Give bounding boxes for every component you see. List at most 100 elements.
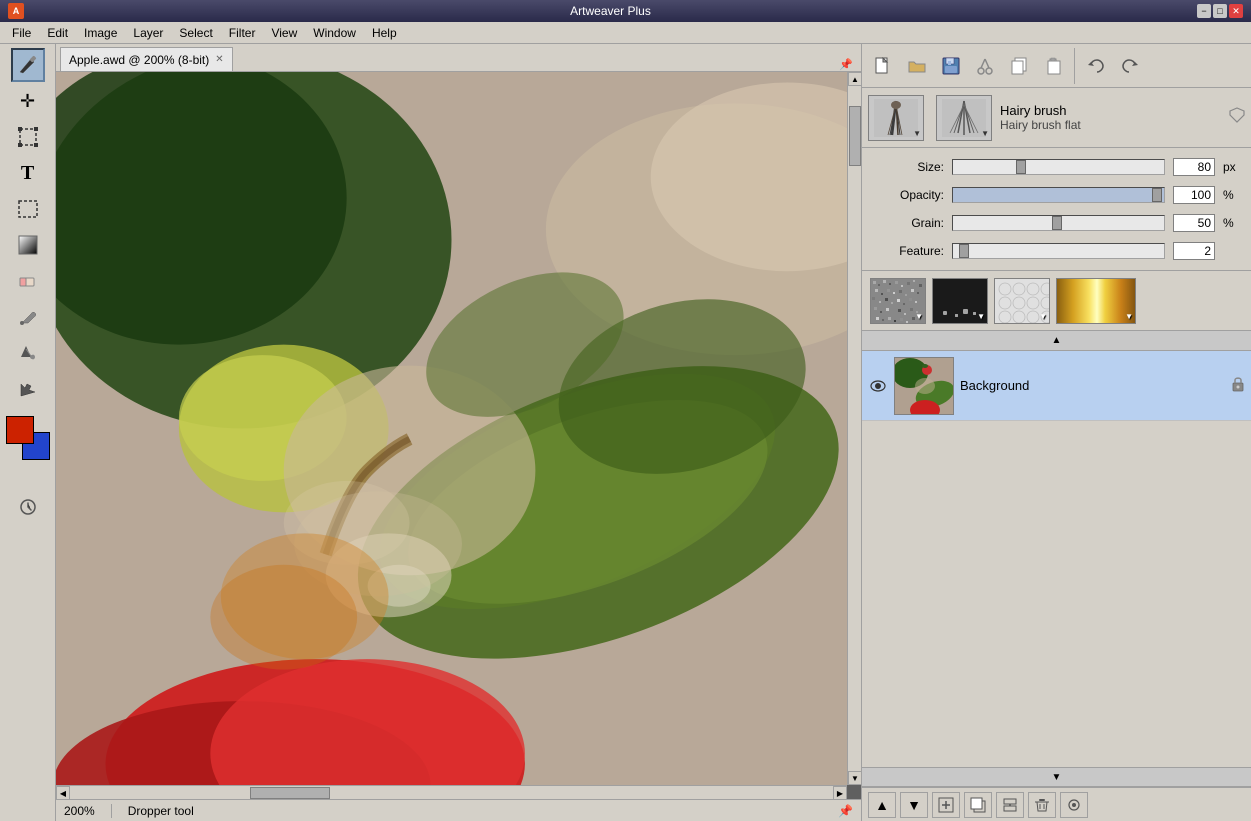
arrow-tool-button[interactable] [11,372,45,406]
menu-item-help[interactable]: Help [364,24,405,42]
transform-tool-button[interactable] [11,120,45,154]
scroll-right-button[interactable]: ▶ [833,786,847,799]
layers-panel: ▲ [862,331,1251,821]
merge-layers-button[interactable] [996,792,1024,818]
feature-setting-row: Feature: 2 [874,240,1239,262]
menu-item-layer[interactable]: Layer [125,24,171,42]
paste-button[interactable] [1038,51,1068,81]
horizontal-scrollbar[interactable]: ◀ ▶ [56,785,847,799]
brush-type-selector[interactable]: ▼ [868,95,924,141]
copy-button[interactable] [1004,51,1034,81]
menu-item-filter[interactable]: Filter [221,24,264,42]
layer-visibility-toggle[interactable] [868,380,888,392]
redo-button[interactable] [1115,51,1145,81]
brush-settings: Size: 80 px Opacity: 100 % Grain: [862,148,1251,271]
eraser-tool-button[interactable] [11,264,45,298]
opacity-value[interactable]: 100 [1173,186,1215,204]
black-texture-dropdown[interactable]: ▼ [977,312,985,321]
layers-scroll-up[interactable]: ▲ [862,331,1251,351]
vertical-scrollbar[interactable]: ▲ ▼ [847,72,861,785]
feature-value[interactable]: 2 [1173,242,1215,260]
horizontal-scroll-thumb[interactable] [250,787,330,799]
app-icon: A [8,3,24,19]
canvas-container[interactable]: ▲ ▼ ◀ ▶ [56,72,861,799]
layer-properties-button[interactable] [1060,792,1088,818]
grain-setting-row: Grain: 50 % [874,212,1239,234]
menu-item-file[interactable]: File [4,24,39,42]
opacity-slider-thumb[interactable] [1152,188,1162,202]
scroll-left-button[interactable]: ◀ [56,786,70,799]
new-document-button[interactable] [868,51,898,81]
brush-type-dropdown[interactable]: ▼ [913,129,921,138]
tab-pin-icon[interactable]: 📌 [839,58,853,71]
grain-value[interactable]: 50 [1173,214,1215,232]
menu-item-image[interactable]: Image [76,24,125,42]
save-button[interactable] [936,51,966,81]
scroll-up-button[interactable]: ▲ [848,72,861,86]
grain-slider[interactable] [952,215,1165,231]
foreground-color-swatch[interactable] [6,416,34,444]
move-layer-up-button[interactable]: ▲ [868,792,896,818]
grain-slider-thumb[interactable] [1052,216,1062,230]
menu-item-select[interactable]: Select [171,24,220,42]
size-unit: px [1223,160,1239,174]
cut-button[interactable] [970,51,1000,81]
brush-info-button[interactable] [1229,107,1245,128]
menu-bar: FileEditImageLayerSelectFilterViewWindow… [0,22,1251,44]
rect-select-button[interactable] [11,192,45,226]
noise-texture-selector[interactable]: ▼ [870,278,926,324]
scroll-down-button[interactable]: ▼ [848,771,861,785]
brush-sub-name: Hairy brush flat [1000,118,1221,132]
layer-item-background[interactable]: Background [862,351,1251,421]
close-button[interactable]: ✕ [1229,4,1243,18]
brush-shape-selector[interactable]: ▼ [936,95,992,141]
gradient-tool-button[interactable] [11,228,45,262]
brush-selector: ▼ ▼ Hairy brush Hairy brush flat [862,88,1251,148]
opacity-slider[interactable] [952,187,1165,203]
duplicate-layer-button[interactable] [964,792,992,818]
menu-item-view[interactable]: View [263,24,305,42]
menu-item-window[interactable]: Window [305,24,364,42]
size-slider-thumb[interactable] [1016,160,1026,174]
noise-texture-dropdown[interactable]: ▼ [915,312,923,321]
document-tab[interactable]: Apple.awd @ 200% (8-bit) ✕ [60,47,233,71]
new-layer-button[interactable] [932,792,960,818]
feature-slider[interactable] [952,243,1165,259]
right-panel: ▼ ▼ Hairy brush Hairy brush flat Size: [861,44,1251,821]
pattern-texture-selector[interactable]: ▼ [994,278,1050,324]
size-slider[interactable] [952,159,1165,175]
eyedropper-tool-button[interactable] [11,300,45,334]
undo-button[interactable] [1081,51,1111,81]
size-value[interactable]: 80 [1173,158,1215,176]
black-texture-selector[interactable]: ▼ [932,278,988,324]
color-swatches [6,416,50,460]
brush-tool-button[interactable] [11,48,45,82]
maximize-button[interactable]: □ [1213,4,1227,18]
feature-slider-thumb[interactable] [959,244,969,258]
zoom-level: 200% [64,804,95,818]
fill-tool-button[interactable] [11,336,45,370]
pattern-texture-dropdown[interactable]: ▼ [1039,312,1047,321]
title-bar: A Artweaver Plus − □ ✕ [0,0,1251,22]
extra-tool-button[interactable] [11,490,45,524]
delete-layer-button[interactable] [1028,792,1056,818]
tab-title: Apple.awd @ 200% (8-bit) [69,53,209,67]
text-tool-button[interactable]: T [11,156,45,190]
layer-lock-icon[interactable] [1231,376,1245,395]
menu-item-edit[interactable]: Edit [39,24,76,42]
grain-unit: % [1223,216,1239,230]
size-setting-row: Size: 80 px [874,156,1239,178]
gold-texture-dropdown[interactable]: ▼ [1125,312,1133,321]
gold-gradient-selector[interactable]: ▼ [1056,278,1136,324]
move-tool-button[interactable]: ✛ [11,84,45,118]
layers-toolbar: ▲ ▼ [862,787,1251,821]
vertical-scroll-thumb[interactable] [849,106,861,166]
layers-scroll-down[interactable]: ▼ [862,767,1251,787]
close-tab-button[interactable]: ✕ [215,54,223,65]
status-pin-icon[interactable]: 📌 [838,804,853,818]
feature-label: Feature: [874,244,944,258]
open-button[interactable] [902,51,932,81]
brush-shape-dropdown[interactable]: ▼ [981,129,989,138]
move-layer-down-button[interactable]: ▼ [900,792,928,818]
minimize-button[interactable]: − [1197,4,1211,18]
